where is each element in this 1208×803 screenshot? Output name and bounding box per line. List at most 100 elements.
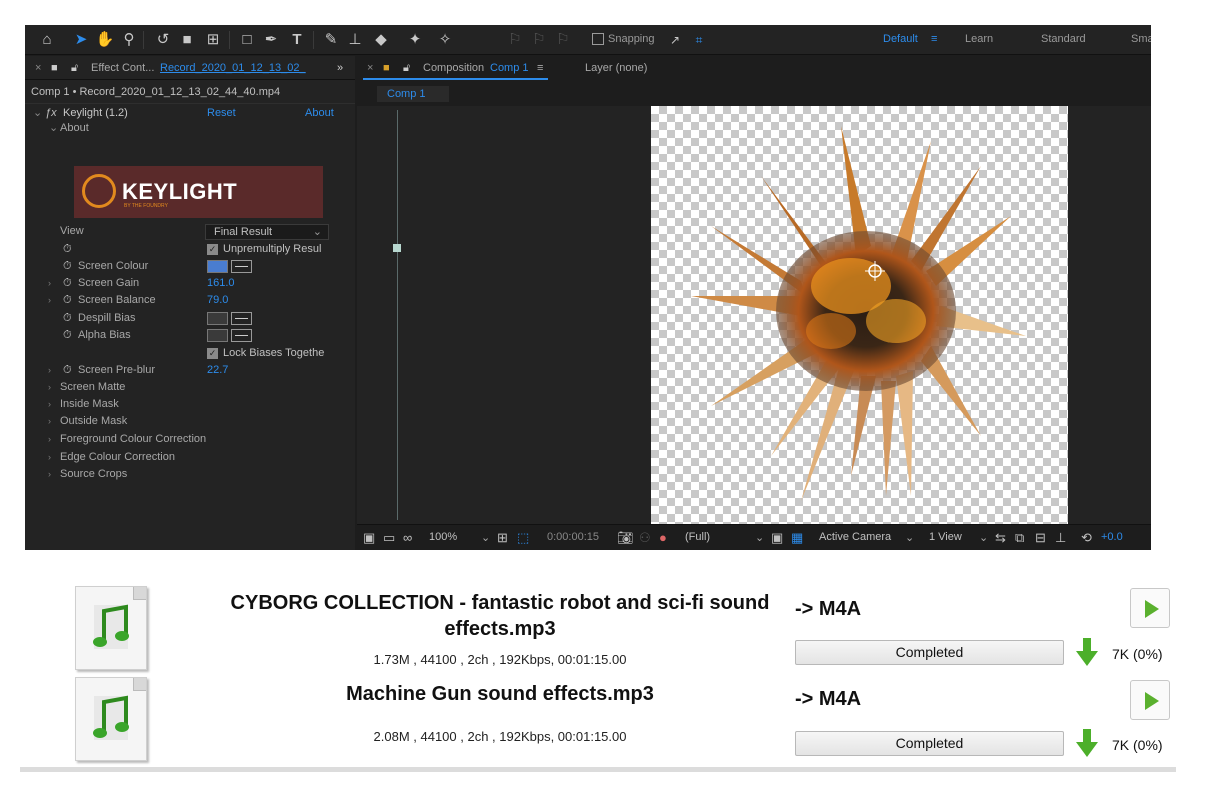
comp-canvas[interactable] <box>651 106 1068 524</box>
resolution-dropdown[interactable]: (Full) <box>685 531 710 543</box>
snapshot-icon[interactable]: 📷︎ <box>617 530 634 546</box>
eyedropper-icon[interactable] <box>231 329 252 342</box>
hand-tool-icon[interactable]: ✋ <box>95 30 115 50</box>
mask-visibility-icon[interactable]: ⬚ <box>517 530 529 546</box>
grid-icon[interactable]: ⊞ <box>497 530 508 546</box>
flowchart-icon[interactable]: ⊥ <box>1055 530 1066 546</box>
snapping-checkbox[interactable] <box>592 33 604 45</box>
screen-balance-value[interactable]: 79.0 <box>207 292 228 309</box>
brush-tool-icon[interactable]: ✎ <box>321 30 341 50</box>
effect-controls-tab[interactable]: × ■ 🔓︎ Effect Cont... Record_2020_01_12_… <box>25 56 355 80</box>
viewer-controls-bar: ▣ ▭ ∞ 100% ⌄ ⊞ ⬚ 0:00:00:15 📷︎ ⚇ ● (Full… <box>357 524 1151 550</box>
workspace-learn[interactable]: Learn <box>965 33 993 45</box>
screen-colour-swatch[interactable] <box>207 260 228 273</box>
zoom-dropdown[interactable]: 100% <box>429 531 457 543</box>
pixel-aspect-icon[interactable]: ⇆ <box>995 530 1006 546</box>
color-channels-icon[interactable]: ● <box>659 530 667 545</box>
rotate-tool-icon[interactable]: ↺ <box>153 30 173 50</box>
zoom-tool-icon[interactable]: ⚲ <box>119 30 139 50</box>
home-icon[interactable]: ⌂ <box>37 30 57 50</box>
snap-target-icon[interactable]: ⌗ <box>689 30 709 50</box>
transparency-grid-icon[interactable]: ▦ <box>791 530 803 546</box>
region-of-interest-icon[interactable]: ▣ <box>771 530 783 546</box>
group-screen-matte[interactable]: › Screen Matte <box>25 379 355 396</box>
play-button[interactable] <box>1130 680 1170 720</box>
stopwatch-icon[interactable]: ⏱ <box>63 241 72 258</box>
screen-preblur-value[interactable]: 22.7 <box>207 362 228 379</box>
play-button[interactable] <box>1130 588 1170 628</box>
close-icon[interactable]: × <box>35 62 41 74</box>
tab-layer-name[interactable]: Record_2020_01_12_13_02_ <box>160 62 306 74</box>
eyedropper-icon[interactable] <box>231 260 252 273</box>
stopwatch-icon[interactable]: ⏱ <box>63 327 72 344</box>
pen-tool-icon[interactable]: ✒ <box>261 30 281 50</box>
lock-icon[interactable]: 🔓︎ <box>403 62 410 75</box>
timecode[interactable]: 0:00:00:15 <box>547 531 599 543</box>
camera-tool-icon[interactable]: ■ <box>177 30 197 50</box>
layer-tab[interactable]: Layer (none) <box>585 62 647 74</box>
reset-exposure-icon[interactable]: ⟲ <box>1081 530 1092 546</box>
screen-preblur-label: Screen Pre-blur <box>78 364 156 376</box>
tab-title: Effect Cont... <box>91 62 155 74</box>
composition-tab-name[interactable]: Comp 1 <box>490 62 529 74</box>
chevron-down-icon: ⌄ <box>905 532 915 544</box>
group-outside-mask[interactable]: › Outside Mask <box>25 413 355 430</box>
selection-tool-icon[interactable]: ➤ <box>71 30 91 50</box>
tab-menu-icon[interactable]: ≡ <box>537 62 543 74</box>
unpremultiply-checkbox[interactable]: ✓ <box>207 244 218 255</box>
composition-tab[interactable]: × ■ 🔓︎ Composition Comp 1 ≡ Layer (none) <box>357 56 1151 80</box>
about-group[interactable]: ⌄ About <box>25 120 355 137</box>
monitor-icon[interactable]: ▭ <box>383 530 395 546</box>
stopwatch-icon[interactable]: ⏱ <box>63 258 72 275</box>
group-source-crops[interactable]: › Source Crops <box>25 466 355 483</box>
close-icon[interactable]: × <box>367 62 373 74</box>
camera-dropdown[interactable]: Active Camera <box>819 531 891 543</box>
guide-handle[interactable] <box>393 244 401 252</box>
comp-navigator-chip[interactable]: Comp 1 <box>377 86 449 102</box>
type-tool-icon[interactable]: T <box>287 30 307 50</box>
eraser-icon[interactable]: ◆ <box>371 30 391 50</box>
workspace-standard[interactable]: Standard <box>1041 33 1086 45</box>
eyedropper-icon[interactable] <box>231 312 252 325</box>
panel-expand-icon[interactable]: » <box>337 62 343 74</box>
alpha-bias-label: Alpha Bias <box>78 329 131 341</box>
view-dropdown[interactable]: Final Result ⌄ <box>205 224 329 240</box>
despill-bias-swatch[interactable] <box>207 312 228 325</box>
chevron-right-icon[interactable]: › <box>48 362 51 379</box>
composition-viewer[interactable] <box>357 106 1151 524</box>
roto-brush-icon[interactable]: ✦ <box>405 30 425 50</box>
views-dropdown[interactable]: 1 View <box>929 531 962 543</box>
stopwatch-icon[interactable]: ⏱ <box>63 362 72 379</box>
stopwatch-icon[interactable]: ⏱ <box>63 292 72 309</box>
workspace-default[interactable]: Default <box>883 33 918 45</box>
workspace-small[interactable]: Sma <box>1131 33 1151 45</box>
chevron-right-icon: › <box>48 434 51 444</box>
chevron-right-icon: › <box>48 469 51 479</box>
conversion-list: CYBORG COLLECTION - fantastic robot and … <box>20 578 1180 778</box>
active-tab-indicator <box>363 78 548 80</box>
workspace-menu-icon[interactable]: ≡ <box>931 33 937 45</box>
group-inside-mask[interactable]: › Inside Mask <box>25 396 355 413</box>
view-label: View <box>60 225 84 237</box>
preview-icon[interactable]: ▣ <box>363 530 375 546</box>
alpha-bias-swatch[interactable] <box>207 329 228 342</box>
stopwatch-icon[interactable]: ⏱ <box>63 310 72 327</box>
fast-previews-icon[interactable]: ⧉ <box>1015 530 1024 546</box>
screen-gain-value[interactable]: 161.0 <box>207 275 235 292</box>
snap-option-icon[interactable]: ↗ <box>665 30 685 50</box>
exposure-value[interactable]: +0.0 <box>1101 531 1123 543</box>
lock-biases-checkbox[interactable]: ✓ <box>207 348 218 359</box>
chevron-right-icon[interactable]: › <box>48 292 51 309</box>
clone-stamp-icon[interactable]: ⊥ <box>345 30 365 50</box>
stopwatch-icon[interactable]: ⏱ <box>63 275 72 292</box>
pan-behind-icon[interactable]: ⊞ <box>203 30 223 50</box>
vr-icon[interactable]: ∞ <box>403 530 412 545</box>
chevron-right-icon[interactable]: › <box>48 275 51 292</box>
timeline-icon[interactable]: ⊟ <box>1035 530 1046 546</box>
puppet-pin-icon[interactable]: ✧ <box>435 30 455 50</box>
group-edge-colour-correction[interactable]: › Edge Colour Correction <box>25 449 355 466</box>
rectangle-tool-icon[interactable]: □ <box>237 30 257 50</box>
group-foreground-colour-correction[interactable]: › Foreground Colour Correction <box>25 431 355 448</box>
chevron-down-icon: ⌄ <box>312 226 322 238</box>
lock-icon[interactable]: 🔓︎ <box>71 62 78 75</box>
